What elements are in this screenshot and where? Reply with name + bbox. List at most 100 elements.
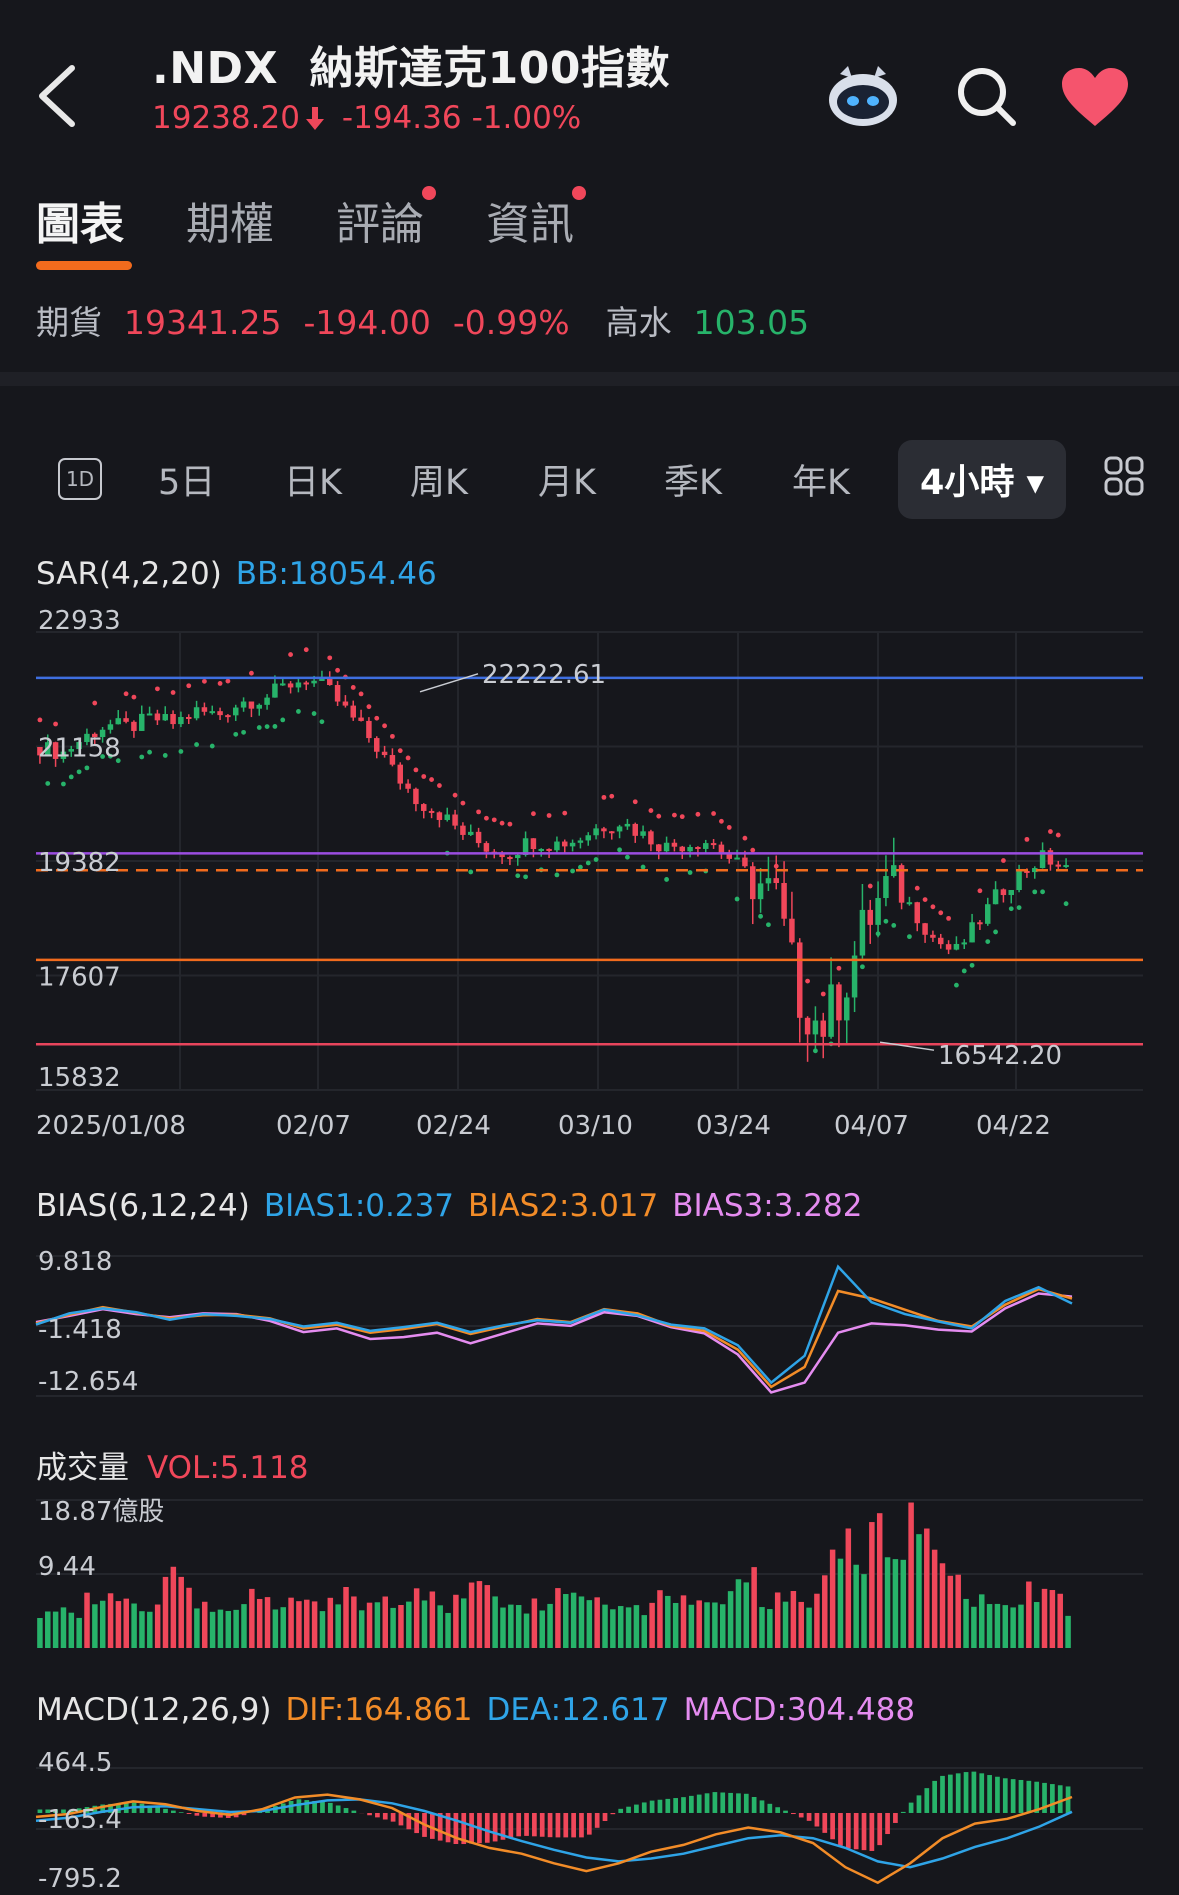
volume-bar bbox=[931, 1549, 938, 1648]
volume-bar bbox=[665, 1595, 671, 1648]
candle bbox=[170, 714, 176, 725]
sar-dot bbox=[1008, 906, 1014, 912]
candle bbox=[797, 942, 803, 1018]
period-daily[interactable]: 日K bbox=[284, 454, 342, 505]
candle bbox=[577, 840, 584, 843]
sar-dot bbox=[366, 704, 372, 710]
candle bbox=[851, 955, 858, 998]
candle bbox=[953, 943, 960, 950]
sar-dot bbox=[452, 792, 458, 798]
period-weekly[interactable]: 周K bbox=[410, 454, 468, 505]
sar-dot bbox=[648, 808, 654, 813]
candle bbox=[515, 855, 521, 859]
candle bbox=[969, 922, 975, 943]
volume-bar bbox=[107, 1593, 114, 1648]
sar-dot bbox=[311, 711, 317, 716]
period-monthly[interactable]: 月K bbox=[538, 454, 596, 505]
sar-dot bbox=[891, 922, 897, 928]
candle bbox=[233, 707, 239, 716]
sar-dot bbox=[1032, 889, 1038, 895]
candle bbox=[475, 831, 482, 844]
sar-dot bbox=[249, 670, 254, 676]
volume-bar bbox=[343, 1586, 349, 1648]
candle bbox=[703, 843, 709, 849]
grid-layout-icon[interactable] bbox=[1104, 456, 1144, 496]
candle bbox=[444, 814, 450, 820]
volume-bar bbox=[264, 1597, 271, 1648]
candle bbox=[906, 902, 913, 905]
tab-news[interactable]: 資訊 bbox=[486, 186, 586, 258]
candle bbox=[562, 841, 568, 847]
heart-icon[interactable] bbox=[1060, 66, 1130, 128]
volume-bar bbox=[672, 1602, 679, 1648]
volume-bar bbox=[798, 1601, 804, 1648]
candle bbox=[311, 680, 317, 684]
period-1d[interactable]: 1D bbox=[58, 458, 102, 500]
volume-bar bbox=[822, 1575, 828, 1648]
sar-dot bbox=[264, 724, 270, 730]
volume-bar bbox=[955, 1574, 961, 1648]
volume-chart[interactable]: 18.87億股 9.44 bbox=[0, 1492, 1179, 1652]
bias-chart[interactable]: 9.818 -1.418 -12.654 bbox=[0, 1240, 1179, 1400]
volume-bar bbox=[421, 1600, 428, 1648]
volume-bar bbox=[500, 1607, 506, 1648]
search-icon[interactable] bbox=[956, 66, 1018, 128]
volume-bar bbox=[531, 1598, 538, 1648]
candle bbox=[421, 804, 427, 811]
sar-dot bbox=[515, 873, 521, 879]
sar-dot bbox=[813, 1048, 818, 1054]
period-quarterly[interactable]: 季K bbox=[664, 454, 722, 505]
sar-dot bbox=[92, 700, 98, 706]
candle bbox=[1000, 889, 1007, 896]
price-chart[interactable]: 22222.61 16542.20 22933 21158 19382 17607 1583… bbox=[0, 600, 1179, 1160]
candle bbox=[757, 883, 764, 900]
volume-bar bbox=[374, 1602, 381, 1648]
candle bbox=[930, 934, 936, 938]
macd-chart[interactable]: 464.5 -165.4 -795.2 bbox=[0, 1742, 1179, 1895]
robot-icon[interactable] bbox=[826, 64, 900, 128]
sar-dot bbox=[123, 691, 129, 697]
tab-options[interactable]: 期權 bbox=[186, 188, 274, 258]
sar-dot bbox=[162, 753, 168, 758]
candle bbox=[616, 826, 623, 832]
sar-dot bbox=[719, 818, 724, 824]
candle bbox=[460, 825, 466, 835]
volume-bar bbox=[272, 1609, 279, 1648]
volume-bar bbox=[539, 1610, 545, 1648]
volume-bar bbox=[759, 1607, 765, 1648]
volume-bar bbox=[233, 1609, 239, 1648]
tab-comments[interactable]: 評論 bbox=[336, 186, 436, 258]
bias-title: BIAS(6,12,24) bbox=[36, 1188, 250, 1224]
candle bbox=[319, 678, 325, 681]
period-4h-dropdown[interactable]: 4小時 ▾ bbox=[898, 440, 1067, 519]
volume-bar bbox=[680, 1595, 687, 1648]
x-axis-label: 2025/01/08 bbox=[36, 1111, 186, 1141]
volume-bar bbox=[704, 1602, 710, 1648]
sar-dot bbox=[977, 888, 983, 894]
period-5d[interactable]: 5日 bbox=[158, 454, 215, 505]
sar-dot bbox=[844, 1004, 850, 1009]
tab-label: 圖表 bbox=[36, 199, 124, 250]
volume-bar bbox=[296, 1601, 302, 1648]
volume-bar bbox=[304, 1599, 310, 1648]
tab-chart[interactable]: 圖表 bbox=[36, 188, 132, 270]
back-arrow-icon[interactable] bbox=[34, 62, 80, 130]
volume-bar bbox=[767, 1609, 773, 1648]
tab-label: 期權 bbox=[186, 199, 274, 250]
candle bbox=[1055, 864, 1061, 867]
sar-dot bbox=[531, 811, 536, 817]
sar-dot bbox=[413, 767, 419, 773]
candle bbox=[209, 711, 215, 714]
candle bbox=[820, 1020, 826, 1037]
volume-bar bbox=[123, 1598, 130, 1648]
y-axis-label: 21158 bbox=[38, 734, 121, 764]
volume-bar bbox=[178, 1576, 184, 1648]
period-yearly[interactable]: 年K bbox=[792, 454, 850, 505]
volume-bar bbox=[382, 1596, 389, 1648]
high-annotation: 22222.61 bbox=[482, 660, 606, 690]
sar-dot bbox=[397, 748, 403, 754]
candle bbox=[836, 984, 842, 1021]
candle bbox=[217, 711, 223, 716]
volume-bar bbox=[782, 1601, 789, 1648]
macd-value: MACD:304.488 bbox=[683, 1692, 916, 1728]
